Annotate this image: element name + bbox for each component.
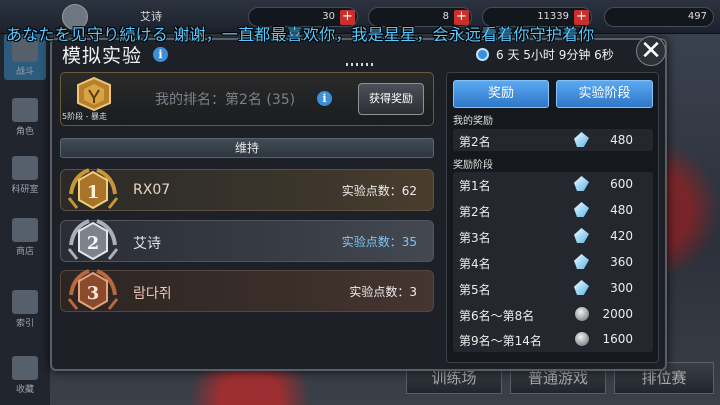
svg-text:3: 3 [87,283,100,304]
close-button[interactable]: ✕ [636,36,666,66]
experiment-points: 实验点数：35 [341,235,417,249]
reward-list: 第1名 600 第2名 480 第3名 420 第4名 360 第5名 300 … [453,172,653,352]
player-name: 람다쥐 [133,286,172,302]
reward-rank: 第3名 [459,231,491,245]
danmaku-comment: あなたを见守り続ける 谢谢，一直都最喜欢你，我是星星，会永远看着你守护着你 [6,25,595,44]
list-item: 第3名 420 [453,224,653,250]
reward-amount: 360 [610,255,633,269]
nav-item-research[interactable]: 科研室 [4,152,46,198]
info-icon[interactable]: i [153,47,168,62]
svg-text:1: 1 [87,182,100,203]
player-name: RX07 [133,182,171,198]
bronze-medal-icon: 3 [67,269,119,311]
resource-value: 497 [687,11,707,22]
list-item: 第6名～第8名 2000 [453,302,653,328]
modal-title: 模拟实验 [62,45,143,67]
player-name: 艾诗 [133,236,161,252]
nav-label: 战斗 [15,67,34,77]
ranking-panel: 5阶段 - 暴走 我的排名：第2名 (35) i 获得奖励 维持 1 RX07 … [60,72,434,363]
stage-badge-icon [77,76,111,112]
reward-amount: 420 [610,229,633,243]
nav-item-shop[interactable]: 商店 [4,214,46,260]
reward-rank: 第1名 [459,179,491,193]
stage-label: 5阶段 - 暴走 [62,112,108,121]
shop-icon [12,218,38,242]
reward-amount: 300 [610,281,633,295]
nav-item-character[interactable]: 角色 [4,94,46,140]
tab-experiment-stage[interactable]: 实验阶段 [556,80,653,108]
nav-label: 科研室 [11,185,39,195]
nav-label: 角色 [15,127,34,137]
simulation-experiment-modal: 模拟实验 i 6 天 5小时 9分钟 6秒 ✕ 5阶段 - 暴走 我的排名：第2… [50,36,667,371]
reward-amount: 600 [610,177,633,191]
claim-reward-button[interactable]: 获得奖励 [358,83,424,115]
svg-text:2: 2 [87,233,100,254]
research-icon [12,156,38,180]
leaderboard-row[interactable]: 3 람다쥐 实验点数：3 [60,269,434,312]
reward-rank: 第2名 [459,135,491,149]
my-reward-label: 我的奖励 [453,116,493,127]
reward-rank: 第6名～第8名 [459,309,535,323]
countdown-timer: 6 天 5小时 9分钟 6秒 [496,48,614,62]
collection-icon [12,356,38,380]
gold-medal-icon: 1 [67,168,119,210]
clock-icon [476,48,489,61]
reward-amount: 2000 [602,307,633,321]
status-bar: 维持 [60,138,434,158]
coin-icon [574,306,590,322]
resource-pill-other: 497 [604,7,714,27]
reward-amount: 480 [610,203,633,217]
gem-icon [574,254,589,269]
reward-amount: 480 [610,133,633,147]
experiment-points: 实验点数：62 [341,184,417,198]
drag-handle [346,63,374,66]
silver-medal-icon: 2 [67,219,119,261]
left-nav: 战斗 角色 科研室 商店 索引 收藏 [0,34,50,405]
nav-label: 索引 [15,319,34,329]
character-icon [12,98,38,122]
my-rank-box: 5阶段 - 暴走 我的排名：第2名 (35) i 获得奖励 [60,72,434,126]
list-item: 第9名～第14名 1600 [453,327,653,353]
gem-icon [574,202,589,217]
gem-icon [574,132,589,147]
reward-panel: 奖励 实验阶段 我的奖励 第2名 480 奖励阶段 第1名 600 第2名 48… [446,72,659,363]
leaderboard-row[interactable]: 2 艾诗 实验点数：35 [60,219,434,262]
tab-reward[interactable]: 奖励 [453,80,549,108]
nav-label: 收藏 [15,385,34,395]
list-item: 第1名 600 [453,172,653,198]
gem-icon [574,228,589,243]
list-item: 第2名 480 [453,198,653,224]
reward-rank: 第5名 [459,283,491,297]
my-rank-text: 我的排名：第2名 (35) [155,92,296,108]
gem-icon [574,280,589,295]
list-item: 第4名 360 [453,250,653,276]
gem-icon [574,176,589,191]
leaderboard-row[interactable]: 1 RX07 实验点数：62 [60,168,434,211]
experiment-points: 实验点数：3 [349,285,417,299]
reward-rank: 第4名 [459,257,491,271]
info-icon[interactable]: i [317,91,332,106]
stage-reward-label: 奖励阶段 [453,160,493,171]
index-icon [12,290,38,314]
list-item: 第5名 300 [453,276,653,302]
reward-rank: 第9名～第14名 [459,334,542,348]
reward-rank: 第2名 [459,205,491,219]
reward-amount: 1600 [602,332,633,346]
my-reward-row: 第2名 480 [453,129,653,151]
nav-item-collection[interactable]: 收藏 [4,352,46,398]
coin-icon [574,331,590,347]
nav-item-index[interactable]: 索引 [4,286,46,332]
nav-label: 商店 [15,247,34,257]
